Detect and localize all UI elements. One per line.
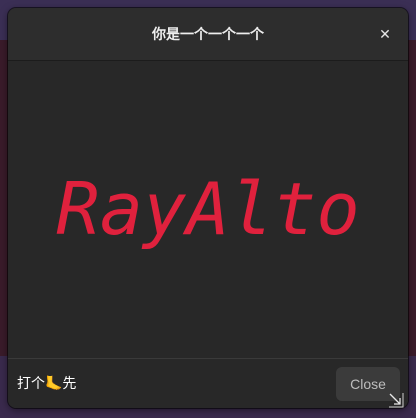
dialog-titlebar[interactable]: 你是一个一个一个 ✕ <box>8 8 408 61</box>
font-preview-dialog: 你是一个一个一个 ✕ RayAlto 打个🦶先 Close <box>8 8 408 408</box>
font-preview-text: RayAlto <box>56 167 360 251</box>
close-icon[interactable]: ✕ <box>374 24 396 46</box>
footer-label: 打个🦶先 <box>17 376 77 392</box>
resize-handle-icon[interactable] <box>386 390 406 410</box>
font-preview-area: RayAlto <box>8 61 408 357</box>
dialog-footer: 打个🦶先 Close <box>8 358 408 408</box>
dialog-title: 你是一个一个一个 <box>152 27 264 43</box>
